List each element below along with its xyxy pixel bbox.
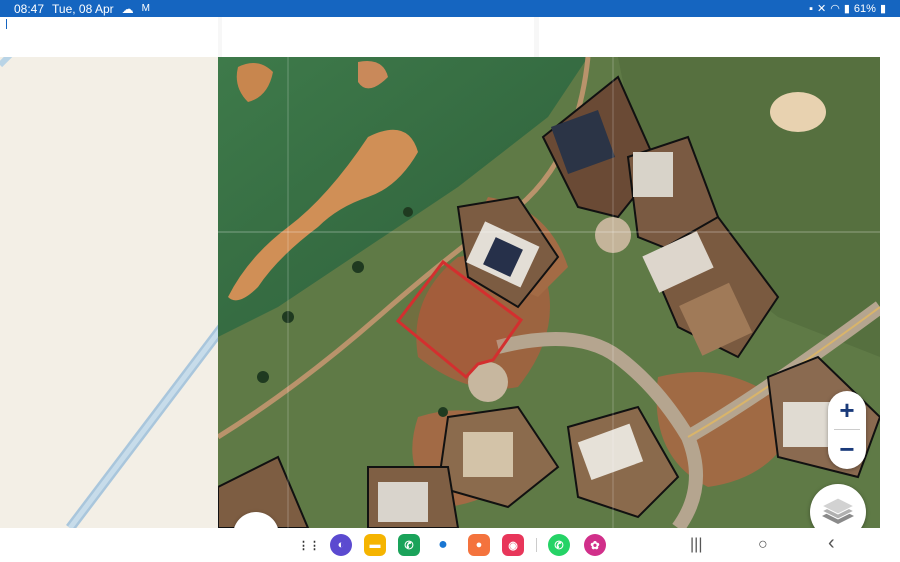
cloud-icon: ☁ <box>121 1 134 16</box>
phone-icon[interactable]: ✆ <box>398 534 420 556</box>
flower-app-icon[interactable]: ✿ <box>584 534 606 556</box>
my-files-icon[interactable]: ▬ <box>364 534 386 556</box>
toolbar-card-center[interactable] <box>222 17 534 57</box>
status-bar: 08:47 Tue, 08 Apr ☁ M ▪ ✕ ◠ ▮ 61% ▮ <box>0 0 900 17</box>
signal-icon: ▮ <box>843 3 850 15</box>
apps-grid-icon[interactable]: ⋮⋮ <box>298 534 320 556</box>
lock-icon: ▪ <box>809 2 814 15</box>
samsung-internet-icon[interactable]: ◐ <box>330 534 352 556</box>
street-map-panel[interactable] <box>0 57 218 528</box>
dock-divider <box>536 538 537 552</box>
screen-recorder-icon[interactable]: ◉ <box>502 534 524 556</box>
search-card[interactable] <box>0 17 218 57</box>
text-cursor <box>6 19 7 29</box>
recents-button[interactable]: ||| <box>690 536 702 554</box>
mail-icon: M <box>141 3 150 14</box>
home-button[interactable]: ○ <box>758 536 768 554</box>
back-button[interactable]: ‹ <box>828 532 835 555</box>
battery-icon: ▮ <box>879 3 886 15</box>
zoom-in-button[interactable]: + <box>828 391 866 429</box>
zoom-out-button[interactable]: − <box>828 430 866 468</box>
zoom-controls: + − <box>828 391 866 469</box>
satellite-map[interactable] <box>218 57 880 528</box>
mute-icon: ✕ <box>817 3 827 15</box>
right-edge-strip <box>880 17 900 528</box>
messages-icon[interactable]: ● <box>432 534 454 556</box>
wifi-icon: ◠ <box>830 3 840 15</box>
whatsapp-icon[interactable]: ✆ <box>548 534 570 556</box>
street-map-road <box>0 57 218 528</box>
contacts-icon[interactable]: ● <box>468 534 490 556</box>
satellite-imagery <box>218 57 880 528</box>
status-date: Tue, 08 Apr <box>52 1 114 16</box>
battery-level: 61% <box>853 2 876 15</box>
status-time: 08:47 <box>14 1 45 16</box>
toolbar-card-right[interactable] <box>539 17 880 57</box>
